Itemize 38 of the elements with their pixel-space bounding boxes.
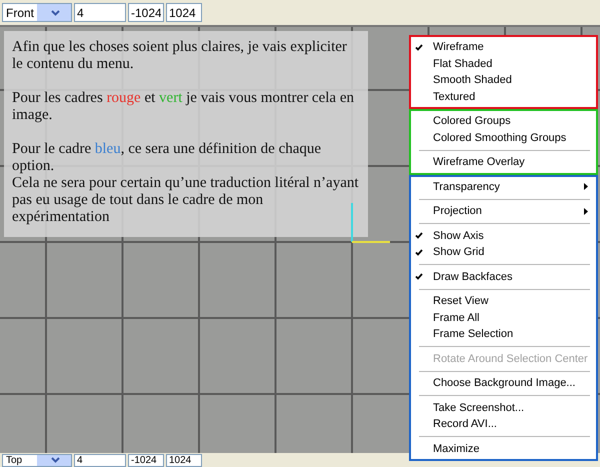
number-field[interactable]: -1024	[128, 3, 164, 22]
view-dropdown[interactable]: Top	[2, 454, 72, 466]
number-field[interactable]: 4	[74, 454, 126, 466]
menu-item[interactable]: Smooth Shaded	[411, 72, 596, 88]
menu-item[interactable]: Take Screenshot...	[411, 400, 596, 416]
axis-drawing	[349, 203, 391, 245]
view-dropdown[interactable]: Front	[2, 3, 72, 22]
note-paragraph: Pour le cadre bleu, ce sera une définition de chaque option.	[12, 141, 322, 175]
note-paragraph: Afin que les choses soient plus claires, je vais expliciter le contenu du menu.	[12, 39, 348, 73]
menu-item[interactable]: Choose Background Image...	[411, 375, 596, 392]
checkmark-icon	[415, 248, 423, 256]
menu-item[interactable]: Show Axis	[411, 228, 596, 244]
submenu-arrow-icon	[584, 183, 588, 190]
menu-item[interactable]: Reset View	[411, 293, 596, 310]
checkmark-icon	[415, 44, 423, 51]
menu-item[interactable]: Colored Smoothing Groups	[411, 130, 596, 146]
number-field[interactable]: -1024	[128, 454, 164, 466]
menu-item[interactable]: Record AVI...	[411, 416, 596, 432]
submenu-arrow-icon	[584, 208, 588, 215]
menu-item[interactable]: Textured	[411, 88, 596, 105]
menu-item[interactable]: Frame Selection	[411, 326, 596, 342]
checkmark-icon	[415, 273, 423, 280]
menu-item[interactable]: Projection	[411, 203, 596, 220]
menu-item[interactable]: Show Grid	[411, 244, 596, 260]
menu-item[interactable]: Flat Shaded	[411, 56, 596, 72]
menu-item[interactable]: Frame All	[411, 310, 596, 326]
menu-item[interactable]: Transparency	[411, 178, 596, 195]
menu-item[interactable]: Wireframe	[411, 39, 596, 56]
menu-item[interactable]: Maximize	[411, 440, 596, 457]
note-paragraph: Cela ne sera pour certain qu’une traduction litéral n’ayant pas eu usage de tout dans le cadre de mon expérimentation	[12, 175, 360, 226]
number-field[interactable]: 1024	[166, 3, 202, 22]
number-field[interactable]: 1024	[166, 454, 202, 466]
menu-item[interactable]: Draw Backfaces	[411, 268, 596, 285]
number-field[interactable]: 4	[74, 3, 126, 22]
menu-item[interactable]: Wireframe Overlay	[411, 154, 596, 170]
menu-item[interactable]: Colored Groups	[411, 113, 596, 130]
note-paragraph: Pour les cadres rouge et vert je vais vous montrer cela en image.	[12, 90, 355, 124]
checkmark-icon	[415, 232, 423, 240]
